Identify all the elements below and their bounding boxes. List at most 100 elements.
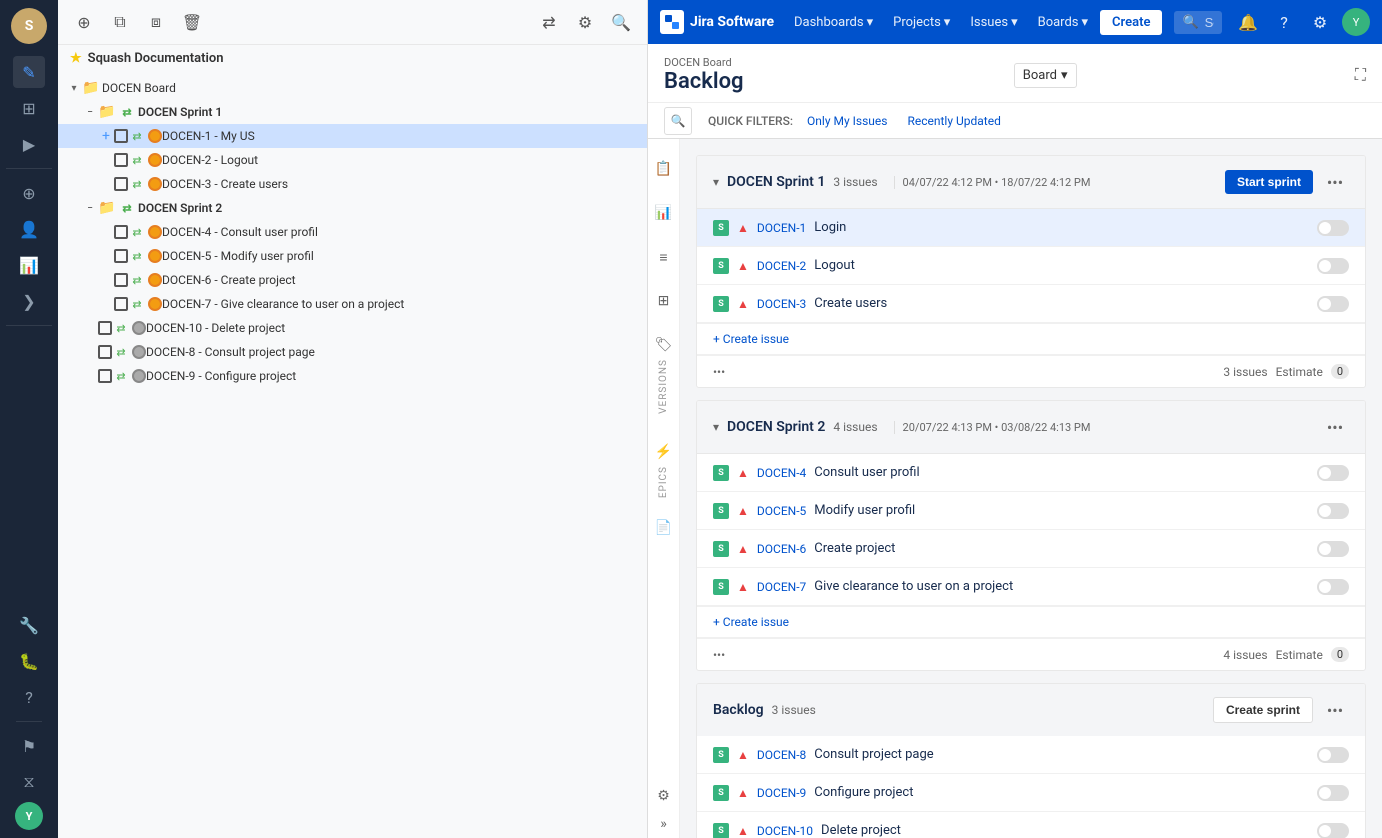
- toolbar-settings-icon[interactable]: ⚙: [571, 8, 599, 36]
- notification-icon[interactable]: 🔔: [1234, 8, 1262, 36]
- versions-icon[interactable]: 🏷: [650, 331, 678, 359]
- squash-nav-chart[interactable]: 📊: [13, 249, 45, 281]
- epics-icon[interactable]: ⚡: [650, 438, 678, 466]
- search-box[interactable]: 🔍: [1174, 11, 1222, 34]
- tree-sprint2-header[interactable]: − 📁 ⇄ DOCEN Sprint 2: [58, 196, 647, 220]
- issue-row-backlog-docen8[interactable]: S ▲ DOCEN-8 Consult project page: [697, 736, 1365, 774]
- toolbar-search-icon[interactable]: 🔍: [607, 8, 635, 36]
- sidebar-docs-icon[interactable]: 📄: [650, 514, 678, 542]
- sprint2-toggle[interactable]: −: [82, 200, 98, 216]
- settings-icon[interactable]: ⚙: [1306, 8, 1334, 36]
- create-issue-link-sprint1[interactable]: + Create issue: [713, 332, 1349, 346]
- tree-item-docen10[interactable]: ⇄ DOCEN-10 - Delete project: [58, 316, 647, 340]
- issue-toggle-docen3[interactable]: [1317, 296, 1349, 312]
- issue-key-docen3[interactable]: DOCEN-3: [757, 297, 806, 311]
- create-button[interactable]: Create: [1100, 10, 1162, 35]
- nav-projects[interactable]: Projects ▾: [885, 11, 958, 34]
- sprint2-more-link[interactable]: •••: [713, 648, 725, 662]
- sprint1-toggle[interactable]: −: [82, 104, 98, 120]
- filter-search-icon[interactable]: 🔍: [664, 107, 692, 135]
- start-sprint-button[interactable]: Start sprint: [1225, 170, 1313, 194]
- issue-row-docen5[interactable]: S ▲ DOCEN-5 Modify user profil: [697, 492, 1365, 530]
- toolbar-add-icon[interactable]: ⊕: [70, 8, 98, 36]
- tree-sprint1-header[interactable]: − 📁 ⇄ DOCEN Sprint 1: [58, 100, 647, 124]
- issue-row-docen6[interactable]: S ▲ DOCEN-6 Create project: [697, 530, 1365, 568]
- recently-updated-filter[interactable]: Recently Updated: [901, 112, 1006, 130]
- squash-nav-dashboard[interactable]: ✎: [13, 56, 45, 88]
- issue-key-docen1[interactable]: DOCEN-1: [757, 221, 806, 235]
- help-icon[interactable]: ?: [1270, 8, 1298, 36]
- sidebar-expand-icon[interactable]: »: [650, 810, 678, 838]
- board-toggle[interactable]: [66, 80, 82, 96]
- board-dropdown[interactable]: Board ▾: [1014, 63, 1077, 88]
- issue-key-backlog-docen8[interactable]: DOCEN-8: [757, 748, 806, 762]
- user-avatar[interactable]: Y: [1342, 8, 1370, 36]
- tree-item-docen6[interactable]: ⇄ DOCEN-6 - Create project: [58, 268, 647, 292]
- issue-toggle-backlog-docen10[interactable]: [1317, 823, 1349, 838]
- only-my-issues-filter[interactable]: Only My Issues: [801, 112, 893, 130]
- issue-toggle-docen1[interactable]: [1317, 220, 1349, 236]
- issue-key-docen4[interactable]: DOCEN-4: [757, 466, 806, 480]
- sidebar-settings-icon[interactable]: ⚙: [650, 782, 678, 810]
- tree-item-docen7[interactable]: ⇄ DOCEN-7 - Give clearance to user on a …: [58, 292, 647, 316]
- sprint2-more-button[interactable]: •••: [1321, 413, 1349, 441]
- issue-row-backlog-docen9[interactable]: S ▲ DOCEN-9 Configure project: [697, 774, 1365, 812]
- tree-item-docen3[interactable]: ⇄ DOCEN-3 - Create users: [58, 172, 647, 196]
- issue-key-backlog-docen9[interactable]: DOCEN-9: [757, 786, 806, 800]
- issue-row-docen3[interactable]: S ▲ DOCEN-3 Create users: [697, 285, 1365, 323]
- issue-row-docen4[interactable]: S ▲ DOCEN-4 Consult user profil: [697, 454, 1365, 492]
- sprint1-chevron[interactable]: [713, 175, 719, 189]
- sidebar-board-icon[interactable]: 📋: [650, 155, 678, 183]
- sidebar-report-icon[interactable]: 📊: [650, 199, 678, 227]
- tree-item-docen1[interactable]: + ⇄ DOCEN-1 - My US: [58, 124, 647, 148]
- backlog-more-button[interactable]: •••: [1321, 696, 1349, 724]
- issue-toggle-docen5[interactable]: [1317, 503, 1349, 519]
- issue-key-docen2[interactable]: DOCEN-2: [757, 259, 806, 273]
- sprint1-more-link[interactable]: •••: [713, 365, 725, 379]
- issue-row-docen7[interactable]: S ▲ DOCEN-7 Give clearance to user on a …: [697, 568, 1365, 606]
- create-sprint-button[interactable]: Create sprint: [1213, 697, 1313, 723]
- issue-toggle-backlog-docen9[interactable]: [1317, 785, 1349, 801]
- squash-user-avatar[interactable]: Y: [15, 802, 43, 830]
- issue-toggle-docen4[interactable]: [1317, 465, 1349, 481]
- issue-toggle-docen2[interactable]: [1317, 258, 1349, 274]
- squash-nav-bug[interactable]: 🐛: [13, 645, 45, 677]
- nav-dashboards[interactable]: Dashboards ▾: [786, 11, 881, 34]
- sprint1-more-button[interactable]: •••: [1321, 168, 1349, 196]
- issue-key-docen7[interactable]: DOCEN-7: [757, 580, 806, 594]
- squash-nav-play[interactable]: ▶: [13, 128, 45, 160]
- squash-nav-expand[interactable]: ❯: [13, 285, 45, 317]
- toolbar-paste-icon[interactable]: ⧈: [142, 8, 170, 36]
- sprint2-chevron[interactable]: [713, 420, 719, 434]
- issue-row-docen2[interactable]: S ▲ DOCEN-2 Logout: [697, 247, 1365, 285]
- tree-item-docen2[interactable]: ⇄ DOCEN-2 - Logout: [58, 148, 647, 172]
- issue-toggle-docen6[interactable]: [1317, 541, 1349, 557]
- nav-issues[interactable]: Issues ▾: [962, 11, 1025, 34]
- squash-nav-plus[interactable]: ⊕: [13, 177, 45, 209]
- toolbar-delete-icon[interactable]: 🗑: [178, 8, 206, 36]
- issue-key-docen6[interactable]: DOCEN-6: [757, 542, 806, 556]
- squash-nav-help[interactable]: ?: [13, 681, 45, 713]
- issue-toggle-backlog-docen8[interactable]: [1317, 747, 1349, 763]
- squash-nav-reports[interactable]: ⊞: [13, 92, 45, 124]
- sidebar-list-icon[interactable]: ≡: [650, 243, 678, 271]
- tree-item-docen4[interactable]: ⇄ DOCEN-4 - Consult user profil: [58, 220, 647, 244]
- expand-icon[interactable]: ⛶: [1355, 65, 1366, 85]
- toolbar-sync-icon[interactable]: ⇄: [535, 8, 563, 36]
- issue-row-docen1[interactable]: S ▲ DOCEN-1 Login: [697, 209, 1365, 247]
- sidebar-grid-icon[interactable]: ⊞: [650, 287, 678, 315]
- issue-key-backlog-docen10[interactable]: DOCEN-10: [757, 824, 813, 838]
- tree-item-docen5[interactable]: ⇄ DOCEN-5 - Modify user profil: [58, 244, 647, 268]
- search-input[interactable]: [1205, 15, 1214, 30]
- issue-key-docen5[interactable]: DOCEN-5: [757, 504, 806, 518]
- nav-boards[interactable]: Boards ▾: [1030, 11, 1096, 34]
- squash-nav-flag[interactable]: ⚑: [13, 730, 45, 762]
- tree-item-docen8[interactable]: ⇄ DOCEN-8 - Consult project page: [58, 340, 647, 364]
- tree-item-docen9[interactable]: ⇄ DOCEN-9 - Configure project: [58, 364, 647, 388]
- add-before-icon[interactable]: +: [98, 128, 114, 144]
- toolbar-copy-icon[interactable]: ⧉: [106, 8, 134, 36]
- issue-row-backlog-docen10[interactable]: S ▲ DOCEN-10 Delete project: [697, 812, 1365, 838]
- create-issue-link-sprint2[interactable]: + Create issue: [713, 615, 1349, 629]
- squash-nav-tools[interactable]: 🔧: [13, 609, 45, 641]
- tree-board-row[interactable]: 📁 DOCEN Board: [58, 76, 647, 100]
